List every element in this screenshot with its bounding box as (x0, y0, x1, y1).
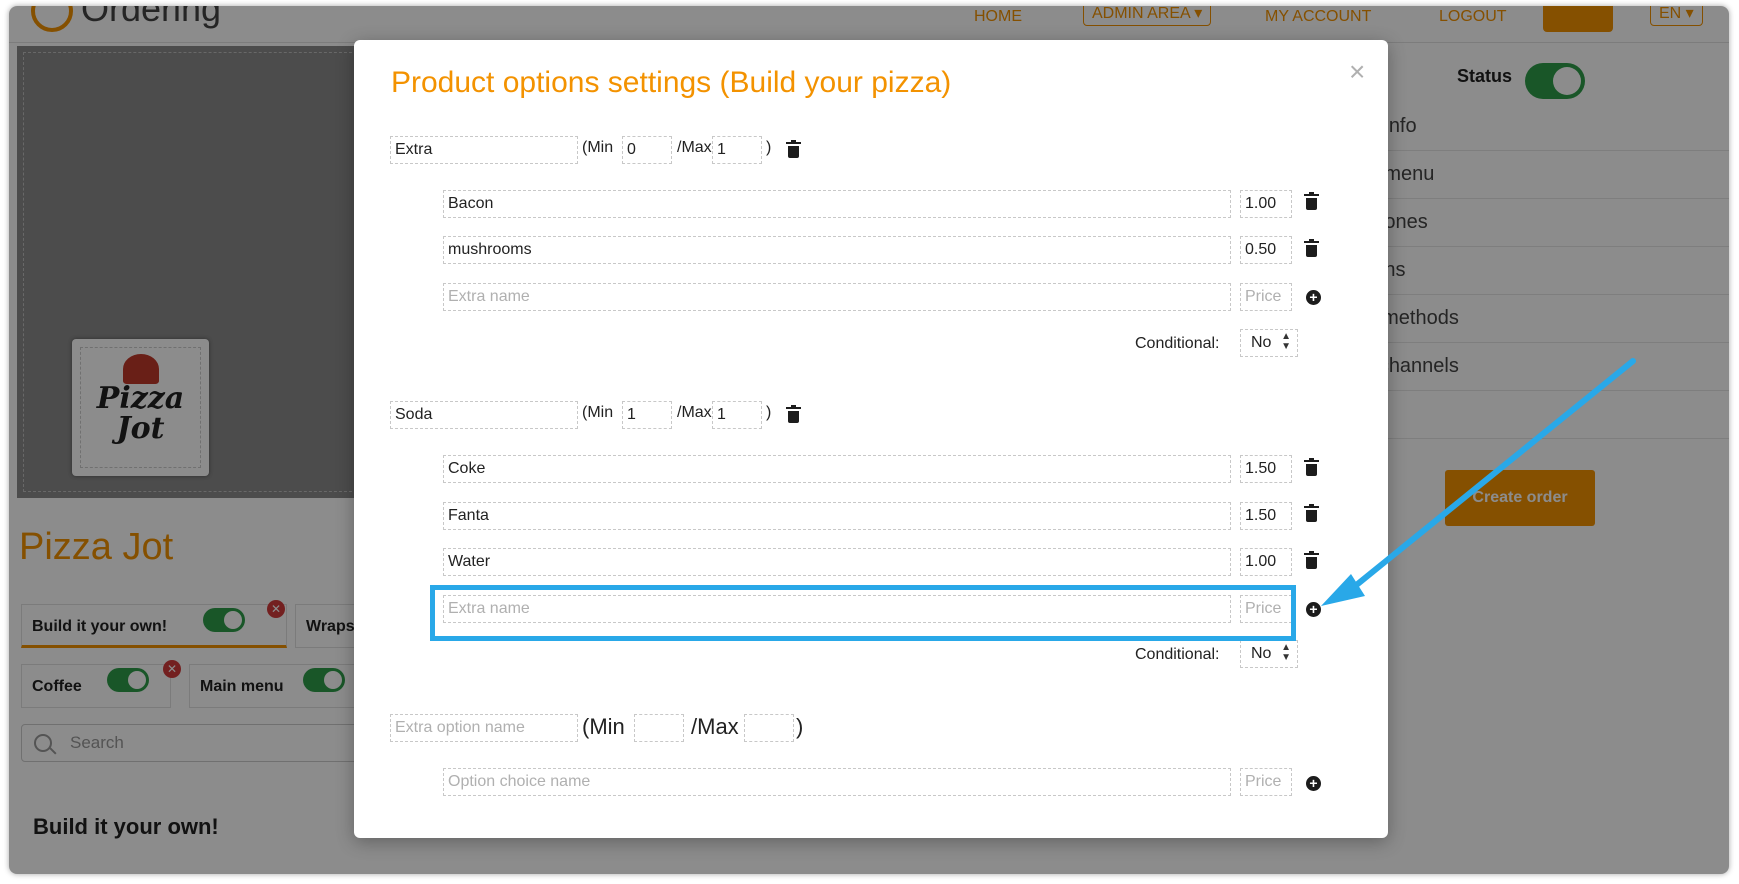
app-window: Ordering HOME ADMIN AREA ▾ MY ACCOUNT LO… (9, 6, 1729, 874)
annotation-arrow-icon (1321, 358, 1636, 606)
